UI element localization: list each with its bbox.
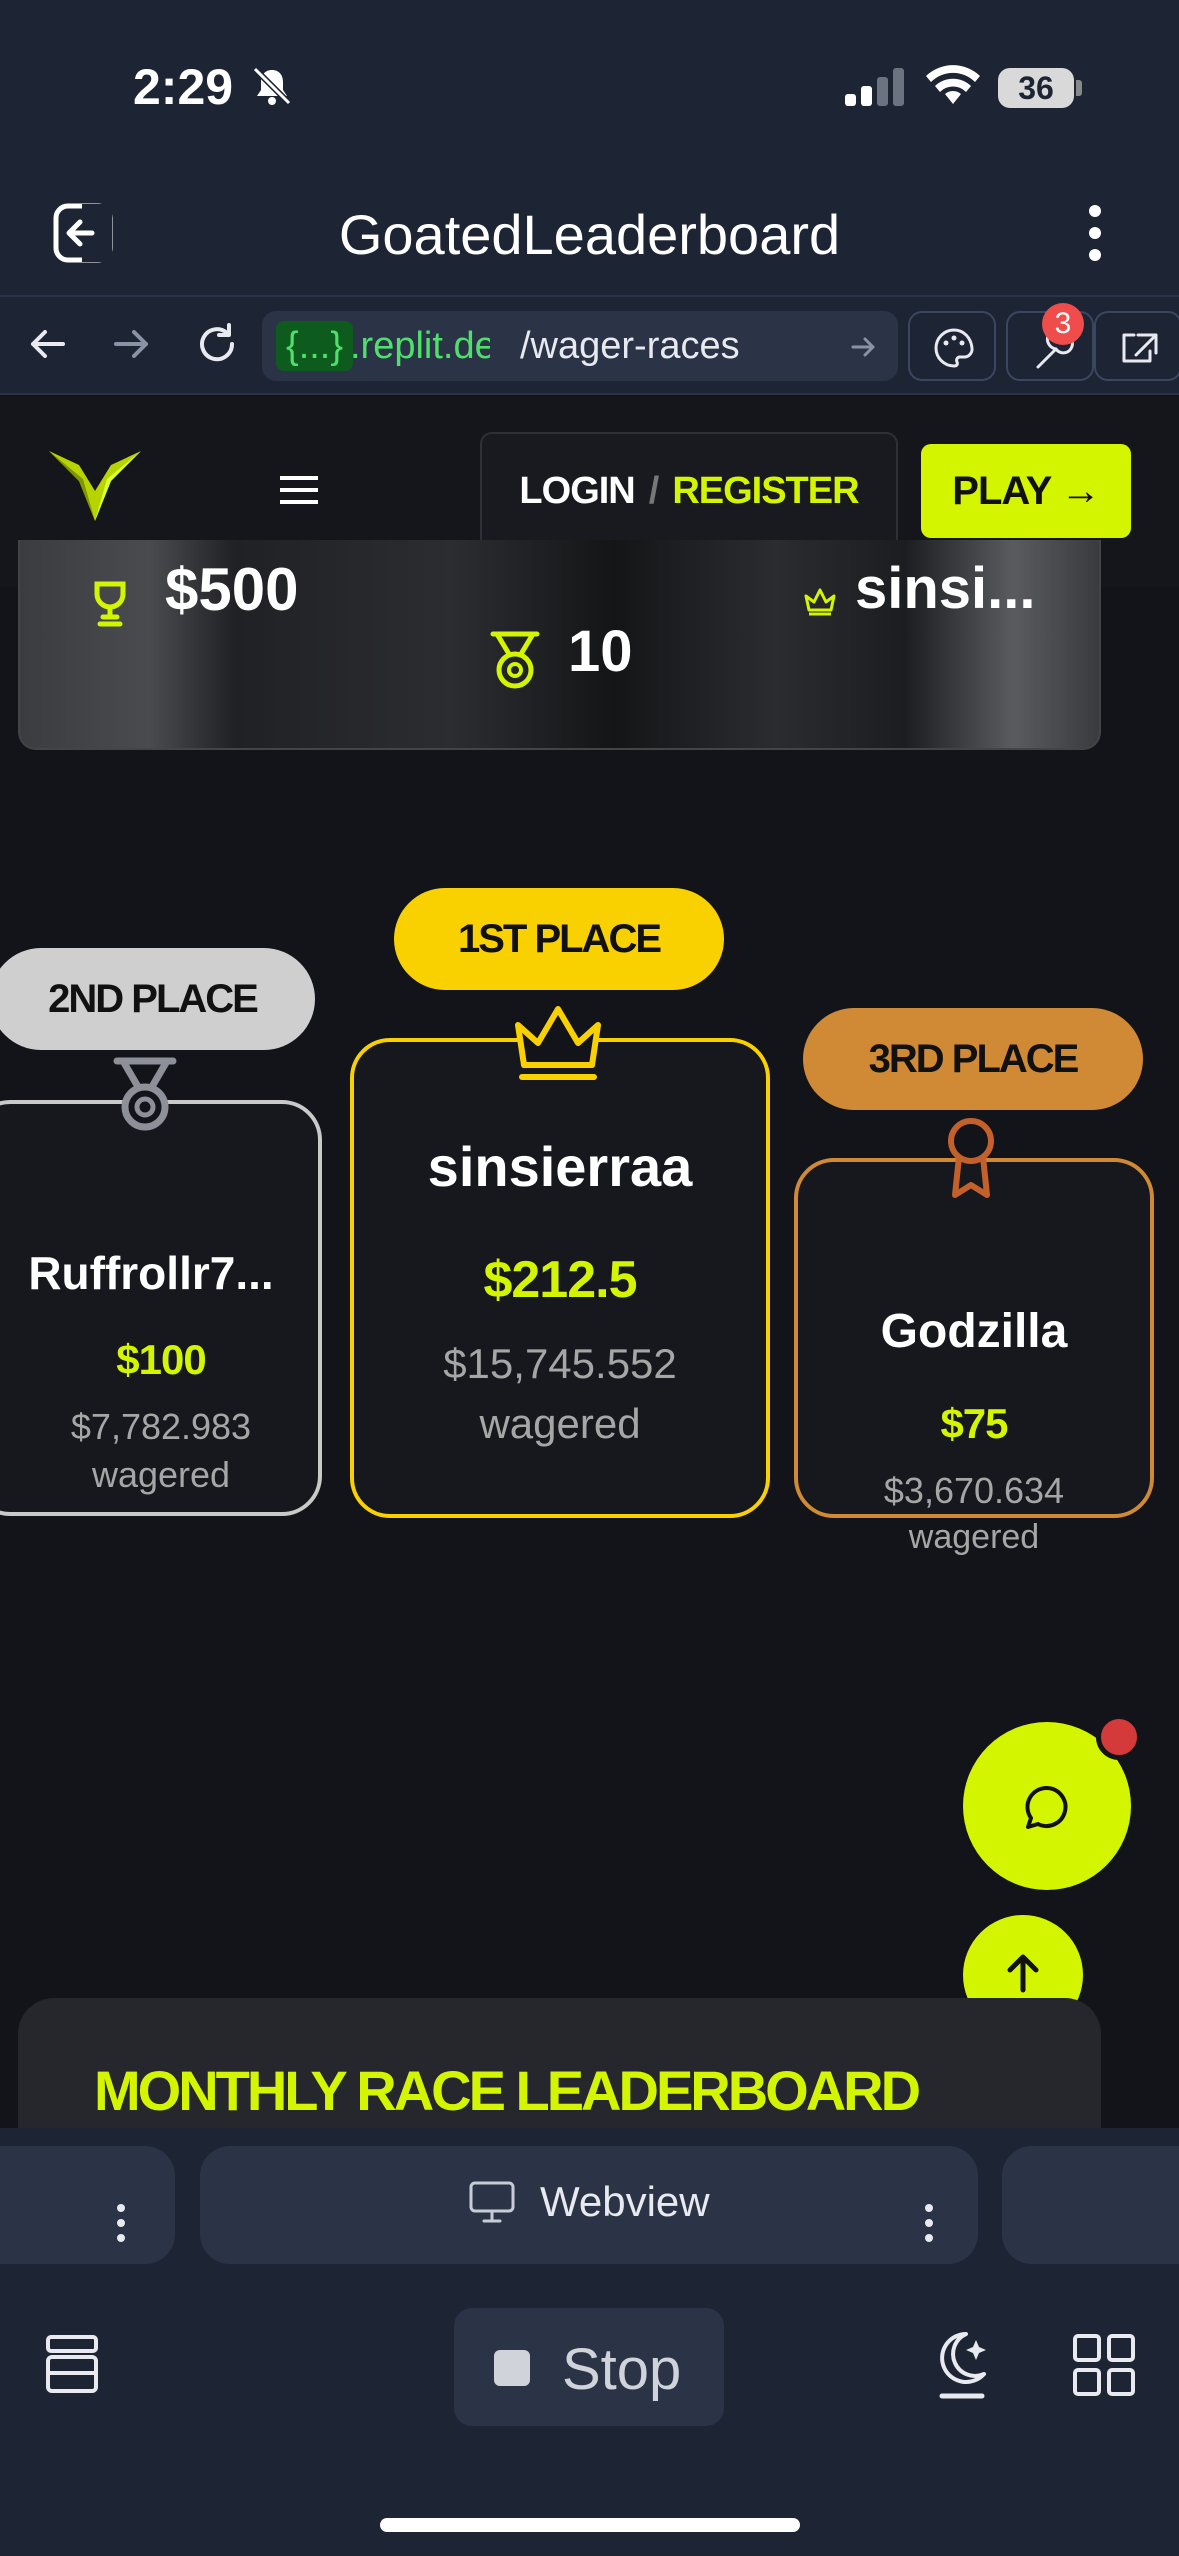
tab-right[interactable] [1002,2146,1179,2264]
auth-divider: / [648,470,660,512]
winners-count: 10 [568,619,633,684]
race-summary-card: $500 10 sinsi... [18,540,1101,750]
stop-icon [494,2350,530,2386]
status-bar: 2:29 36 [0,0,1179,170]
player-prize: $212.5 [483,1251,637,1309]
goat-logo-icon[interactable] [45,445,145,525]
first-place-card[interactable]: sinsierraa $212.5 $15,745.552 wagered [350,1038,770,1518]
more-vertical-icon[interactable] [924,2204,934,2242]
go-arrow-icon[interactable] [850,333,878,361]
palette-button[interactable] [908,311,996,381]
play-button[interactable]: PLAY → [921,444,1131,538]
chat-bubble-icon [1025,1785,1068,1829]
wifi-icon [926,65,980,104]
player-wagered: $15,745.552 [443,1340,677,1387]
palette-icon [934,328,974,368]
battery-nub [1076,80,1082,96]
home-indicator [380,2518,800,2532]
battery-indicator: 36 [998,68,1074,108]
layers-icon[interactable] [42,2333,102,2395]
app-header: GoatedLeaderboard [0,170,1179,295]
reload-icon[interactable] [192,319,242,369]
tab-left[interactable] [0,2146,175,2264]
player-prize: $75 [940,1400,1008,1447]
cell-signal-icon [845,68,904,106]
stop-label: Stop [562,2337,682,2402]
arrow-up-icon [1007,1954,1039,1993]
third-place-card[interactable]: Godzilla $75 $3,670.634 wagered [794,1158,1154,1556]
monitor-icon [469,2181,515,2223]
url-domain: .replit.dev [350,325,490,367]
more-vertical-icon[interactable] [1085,204,1105,262]
current-leader: sinsi... [855,556,1036,621]
player-wagered: $3,670.634 [883,1470,1065,1511]
bell-muted-icon [252,66,292,106]
ai-sparkle-icon[interactable] [932,2326,996,2402]
back-arrow-icon[interactable] [25,322,69,366]
crown-icon [515,1006,601,1080]
wagered-label: wagered [479,1400,641,1447]
crown-icon [804,588,836,616]
hamburger-menu-icon[interactable] [280,475,318,505]
player-name: Ruffrollr7... [28,1247,274,1299]
url-domain-highlight: {...} [276,321,354,371]
chat-notification-dot [1096,1714,1142,1760]
status-time: 2:29 [133,59,234,115]
player-prize: $100 [116,1336,206,1383]
first-place-badge: 1ST PLACE [394,888,724,990]
open-external-button[interactable] [1094,311,1179,381]
wagered-label: wagered [91,1454,231,1495]
login-link[interactable]: LOGIN [519,470,635,512]
second-place-badge: 2ND PLACE [0,948,315,1050]
url-path: /wager-races [520,325,740,367]
register-link[interactable]: REGISTER [672,470,859,512]
medal-icon [113,1057,177,1131]
more-vertical-icon[interactable] [116,2204,126,2242]
wagered-label: wagered [908,1518,1040,1556]
prize-pool-value: $500 [165,556,299,623]
third-place-badge: 3RD PLACE [803,1008,1143,1110]
external-link-icon [1122,333,1158,363]
tab-label: Webview [540,2178,710,2225]
trophy-icon [94,581,126,627]
forward-arrow-icon[interactable] [110,322,154,366]
notification-badge: 3 [1042,303,1084,345]
section-title: MONTHLY RACE LEADERBOARD [94,2059,921,2122]
player-name: sinsierraa [427,1135,693,1198]
player-name: Godzilla [880,1305,1068,1358]
grid-icon[interactable] [1072,2333,1136,2397]
medal-icon [490,631,540,689]
url-field[interactable]: {...} .replit.dev /wager-races [262,311,898,381]
player-wagered: $7,782.983 [70,1406,252,1447]
award-ribbon-icon [948,1118,994,1198]
auth-box: LOGIN / REGISTER [480,432,898,550]
app-title: GoatedLeaderboard [338,203,841,266]
second-place-card[interactable]: Ruffrollr7... $100 $7,782.983 wagered [0,1100,322,1516]
browser-toolbar: {...} .replit.dev /wager-races [0,295,1179,395]
